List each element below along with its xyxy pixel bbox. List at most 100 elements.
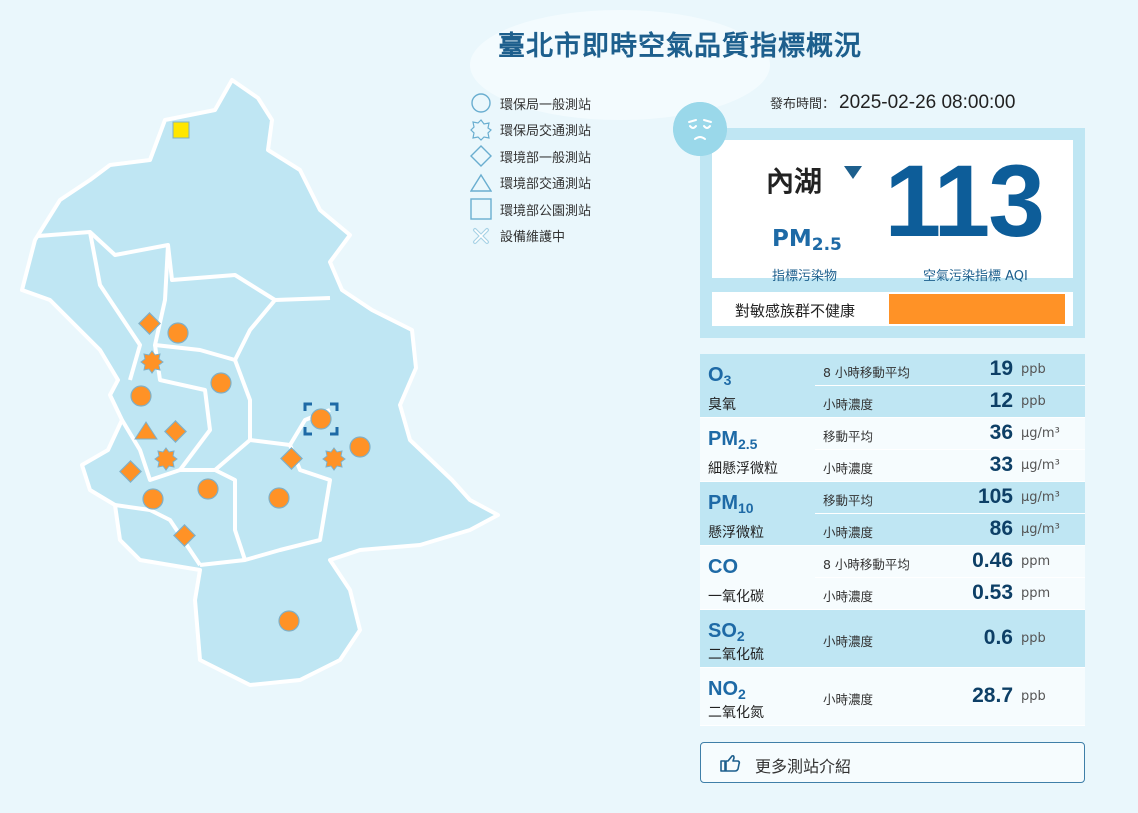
station-marker-epb-traffic[interactable]	[140, 350, 164, 374]
pollutant-symbol: CO	[708, 556, 738, 580]
pollutant-reading: 小時濃度 33 μg/m³	[815, 450, 1085, 482]
legend-label: 環境部交通測站	[500, 177, 592, 193]
station-summary-card: 內湖 PM2.5 113 指標污染物 空氣污染指標 AQI 對敏感族群不健康	[700, 128, 1085, 338]
reading-value: 0.46	[972, 549, 1013, 572]
reading-value: 0.6	[983, 626, 1013, 649]
reading-label: 移動平均	[823, 493, 874, 508]
reading-label: 小時濃度	[823, 397, 874, 412]
station-marker-epb-traffic[interactable]	[322, 447, 346, 471]
pollutant-row: SO2 二氧化硫 小時濃度 0.6 ppb	[700, 610, 1085, 668]
station-marker-epb-general[interactable]	[167, 322, 189, 344]
station-marker-epb-general[interactable]	[210, 372, 232, 394]
pollutant-symbol-main: SO	[708, 620, 737, 642]
main-pollutant-subscript: 2.5	[811, 235, 842, 255]
reading-unit: ppb	[1021, 362, 1046, 377]
pollutant-reading: 小時濃度 28.7 ppb	[815, 681, 1085, 713]
pollutant-symbol: SO2	[708, 620, 745, 644]
pollutant-symbol-main: CO	[708, 556, 738, 578]
station-marker-epb-traffic[interactable]	[154, 447, 178, 471]
pollutant-name: 臭氧	[708, 397, 736, 413]
aqi-caption: 空氣污染指標 AQI	[923, 269, 1028, 284]
map-legend: 環保局一般測站 環保局交通測站 環境部一般測站 環境部交通測站 環境部公園測站 …	[470, 90, 591, 249]
reading-unit: ppb	[1021, 394, 1046, 409]
pollutant-name: 二氧化硫	[708, 647, 764, 663]
pollutant-reading: 移動平均 36 μg/m³	[815, 418, 1085, 450]
reading-value: 12	[989, 389, 1013, 412]
diamond-icon	[470, 145, 492, 168]
pollutant-table: O3 臭氧 8 小時移動平均 19 ppb 小時濃度 12 ppb PM2.5 細懸浮微粒 移動平均…	[700, 354, 1085, 726]
aqi-status-text: 對敏感族群不健康	[735, 302, 856, 320]
aqi-value: 113	[884, 144, 1045, 258]
pollutant-symbol: NO2	[708, 678, 746, 702]
legend-item: 環保局交通測站	[470, 117, 591, 144]
reading-label: 8 小時移動平均	[823, 365, 910, 380]
station-marker-epb-general[interactable]	[130, 385, 152, 407]
triangle-icon	[470, 173, 492, 192]
pollutant-symbol: PM10	[708, 492, 754, 516]
pollutant-symbol-subscript: 2.5	[738, 436, 758, 452]
reading-value: 28.7	[972, 684, 1013, 707]
legend-item: 環境部交通測站	[470, 170, 591, 197]
pollutant-symbol: PM2.5	[708, 428, 757, 452]
pollutant-row: CO 一氧化碳 8 小時移動平均 0.46 ppm 小時濃度 0.53 ppm	[700, 546, 1085, 610]
station-marker-epb-general[interactable]	[349, 436, 371, 458]
pollutant-reading: 小時濃度 86 μg/m³	[815, 514, 1085, 546]
reading-unit: μg/m³	[1021, 458, 1060, 473]
legend-label: 環保局一般測站	[500, 97, 592, 113]
legend-label: 環境部公園測站	[500, 203, 592, 219]
reading-label: 小時濃度	[823, 589, 874, 604]
legend-item: 設備維護中	[470, 223, 591, 250]
pollutant-reading: 8 小時移動平均 0.46 ppm	[815, 546, 1085, 578]
more-stations-label: 更多測站介紹	[755, 757, 852, 776]
station-marker-park[interactable]	[172, 121, 190, 139]
pointing-hand-icon	[720, 754, 741, 772]
reading-label: 小時濃度	[823, 692, 874, 707]
reading-unit: ppb	[1021, 631, 1046, 646]
reading-label: 小時濃度	[823, 525, 874, 540]
aqi-status-color-bar	[889, 294, 1065, 324]
main-pollutant: PM2.5	[772, 226, 842, 255]
reading-label: 8 小時移動平均	[823, 557, 910, 572]
pollutant-name: 二氧化氮	[708, 705, 764, 721]
caret-down-icon[interactable]	[844, 166, 862, 179]
circle-icon	[471, 93, 491, 113]
reading-unit: μg/m³	[1021, 490, 1060, 505]
station-marker-epb-general[interactable]	[268, 487, 290, 509]
pollutant-symbol: O3	[708, 364, 731, 388]
sun-badge-icon	[470, 118, 492, 141]
station-marker-epb-general[interactable]	[142, 488, 164, 510]
more-stations-button[interactable]: 更多測站介紹	[700, 742, 1085, 783]
legend-label: 環境部一般測站	[500, 150, 592, 166]
pollutant-symbol-subscript: 10	[738, 500, 754, 516]
reading-value: 105	[977, 485, 1013, 508]
sad-face-icon	[673, 102, 727, 156]
station-marker-epb-general[interactable]	[310, 408, 332, 430]
page-title: 臺北市即時空氣品質指標概況	[498, 31, 862, 62]
pollutant-symbol-main: NO	[708, 678, 738, 700]
reading-unit: ppm	[1021, 554, 1051, 569]
publish-time: 發布時間： 2025-02-26 08:00:00	[770, 92, 1015, 114]
publish-time-label: 發布時間：	[770, 97, 836, 112]
reading-label: 小時濃度	[823, 634, 874, 649]
pollutant-reading: 移動平均 105 μg/m³	[815, 482, 1085, 514]
publish-time-value: 2025-02-26 08:00:00	[839, 92, 1016, 113]
pollutant-row: O3 臭氧 8 小時移動平均 19 ppb 小時濃度 12 ppb	[700, 354, 1085, 418]
reading-value: 0.53	[972, 581, 1013, 604]
pollutant-reading: 小時濃度 0.6 ppb	[815, 623, 1085, 655]
pollutant-row: PM2.5 細懸浮微粒 移動平均 36 μg/m³ 小時濃度 33 μg/m³	[700, 418, 1085, 482]
reading-value: 36	[989, 421, 1013, 444]
pollutant-symbol-subscript: 2	[736, 628, 745, 644]
reading-unit: ppb	[1021, 689, 1046, 704]
reading-unit: μg/m³	[1021, 522, 1060, 537]
station-marker-epb-general[interactable]	[197, 478, 219, 500]
pollutant-name: 細懸浮微粒	[708, 461, 778, 477]
station-marker-epb-general[interactable]	[278, 610, 300, 632]
pollutant-reading: 8 小時移動平均 19 ppb	[815, 354, 1085, 386]
cross-icon	[473, 227, 489, 244]
reading-value: 19	[989, 357, 1013, 380]
reading-label: 移動平均	[823, 429, 874, 444]
aqi-status-row: 對敏感族群不健康	[712, 292, 1073, 326]
station-name[interactable]: 內湖	[766, 160, 822, 200]
legend-item: 環境部一般測站	[470, 143, 591, 170]
pollutant-row: NO2 二氧化氮 小時濃度 28.7 ppb	[700, 668, 1085, 726]
